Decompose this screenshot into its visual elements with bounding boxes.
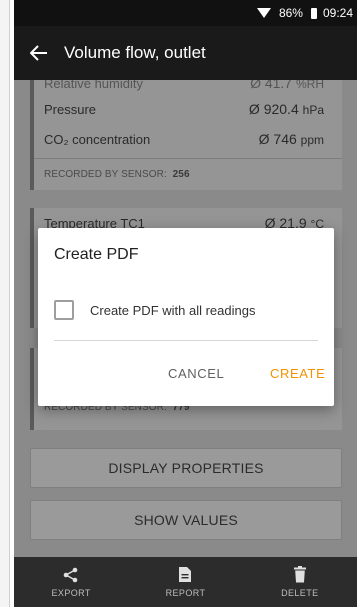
document-icon: [179, 567, 192, 582]
left-edge-panel: [0, 0, 10, 607]
dialog-divider: [54, 340, 318, 341]
trash-icon: [293, 566, 306, 583]
report-button[interactable]: REPORT: [140, 566, 230, 598]
reading-row: CO₂ concentration Ø 746 ppm: [34, 124, 342, 154]
cancel-button[interactable]: CANCEL: [168, 366, 224, 381]
arrow-left-icon[interactable]: [14, 26, 64, 80]
reading-value: Ø 920.4 hPa: [248, 101, 324, 117]
app-bar: Volume flow, outlet: [14, 26, 357, 80]
phone-screen: 86% 09:24 Volume flow, outlet Relative h…: [14, 0, 357, 607]
reading-row: Relative humidity Ø 41.7 %RH: [34, 80, 342, 94]
battery-icon: [310, 7, 317, 19]
reading-label: Pressure: [44, 101, 97, 117]
all-readings-checkbox[interactable]: [54, 300, 74, 320]
reading-row: Pressure Ø 920.4 hPa: [34, 94, 342, 124]
share-icon: [63, 567, 78, 582]
reading-value: Ø 746 ppm: [258, 131, 324, 147]
battery-percent: 86%: [278, 6, 303, 20]
delete-button[interactable]: DELETE: [255, 566, 345, 598]
page-title: Volume flow, outlet: [64, 43, 206, 62]
delete-label: DELETE: [281, 588, 319, 598]
all-readings-option[interactable]: Create PDF with all readings: [54, 300, 255, 320]
create-pdf-dialog: Create PDF Create PDF with all readings …: [38, 228, 334, 406]
report-label: REPORT: [165, 588, 206, 598]
bottom-action-bar: EXPORT REPORT DELETE: [14, 557, 357, 607]
dialog-title: Create PDF: [54, 246, 139, 263]
export-label: EXPORT: [51, 587, 91, 598]
create-button[interactable]: CREATE: [270, 366, 325, 381]
export-button[interactable]: EXPORT: [26, 567, 116, 598]
wifi-icon: [256, 8, 271, 18]
reading-value: Ø 41.7 %RH: [250, 80, 324, 91]
reading-label: Relative humidity: [44, 80, 143, 91]
display-properties-button[interactable]: DISPLAY PROPERTIES: [30, 448, 342, 488]
clock: 09:24: [322, 6, 353, 20]
reading-label: CO₂ concentration: [44, 131, 151, 147]
show-values-button[interactable]: SHOW VALUES: [30, 500, 342, 540]
measurement-card[interactable]: Relative humidity Ø 41.7 %RH Pressure Ø …: [30, 80, 342, 190]
checkbox-label: Create PDF with all readings: [90, 302, 256, 318]
status-bar: 86% 09:24: [14, 0, 357, 26]
recorded-by-sensor: RECORDED BY SENSOR: 256: [44, 169, 190, 180]
